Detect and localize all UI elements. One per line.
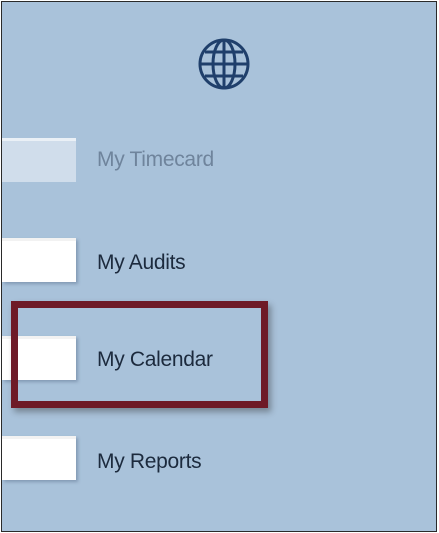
nav-item-label: My Timecard <box>97 148 214 171</box>
sidebar-panel: My Timecard My Audits My Calendar My Rep… <box>1 1 437 532</box>
nav-item-my-reports[interactable]: My Reports <box>2 428 402 488</box>
nav-item-my-timecard[interactable]: My Timecard <box>2 130 402 190</box>
nav-item-my-audits[interactable]: My Audits <box>2 230 402 290</box>
menu-tile-icon <box>2 238 76 282</box>
nav-item-my-calendar[interactable]: My Calendar <box>2 328 402 388</box>
menu-tile-icon <box>2 138 76 182</box>
nav-item-label: My Calendar <box>97 348 213 371</box>
nav-item-label: My Reports <box>97 450 202 473</box>
menu-tile-icon <box>2 336 76 380</box>
nav-item-label: My Audits <box>97 251 186 274</box>
menu-tile-icon <box>2 436 76 480</box>
globe-icon[interactable] <box>196 36 252 92</box>
